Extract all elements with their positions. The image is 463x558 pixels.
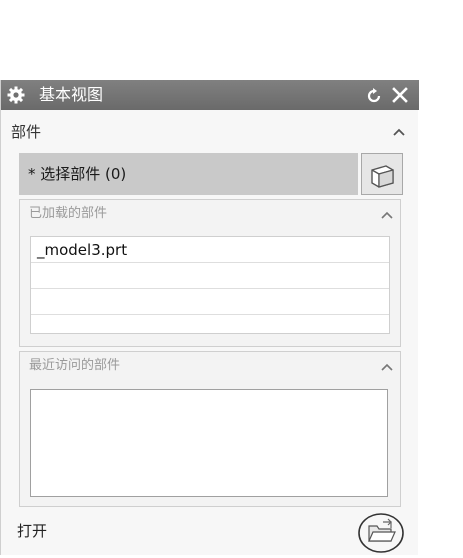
loaded-parts-title: 已加载的部件 [29,206,108,221]
list-item[interactable] [31,289,389,315]
recent-parts-list[interactable] [30,389,388,497]
gear-icon[interactable] [7,86,25,104]
dialog-title: 基本视图 [39,85,104,104]
open-button[interactable] [357,512,405,554]
select-part-button[interactable] [361,153,403,195]
open-label: 打开 [17,522,48,540]
list-item[interactable]: _model3.prt [31,237,389,263]
recent-parts-group: 最近访问的部件 [19,351,401,507]
part-section-title: 部件 [11,123,42,141]
open-folder-icon [358,513,404,553]
recent-parts-title: 最近访问的部件 [29,358,121,373]
close-icon[interactable] [391,86,409,104]
list-item[interactable] [31,263,389,289]
part-section-header[interactable]: 部件 [11,121,411,143]
basic-view-dialog: 基本视图 部件 * 选择部件 (0) 已加载的部件 _model3.prt 最近… [0,80,419,555]
loaded-parts-group: 已加载的部件 _model3.prt [19,199,401,347]
dialog-titlebar: 基本视图 [1,80,419,110]
loaded-part-name: _model3.prt [37,241,128,259]
reset-icon[interactable] [365,87,383,105]
list-item[interactable] [31,315,389,333]
select-part-row[interactable]: * 选择部件 (0) [19,153,358,195]
select-part-label: * 选择部件 (0) [28,165,127,183]
chevron-up-icon[interactable] [380,362,394,372]
chevron-up-icon[interactable] [380,210,394,220]
loaded-parts-list: _model3.prt [30,236,390,334]
cube-icon [371,165,394,188]
chevron-up-icon[interactable] [392,127,406,137]
